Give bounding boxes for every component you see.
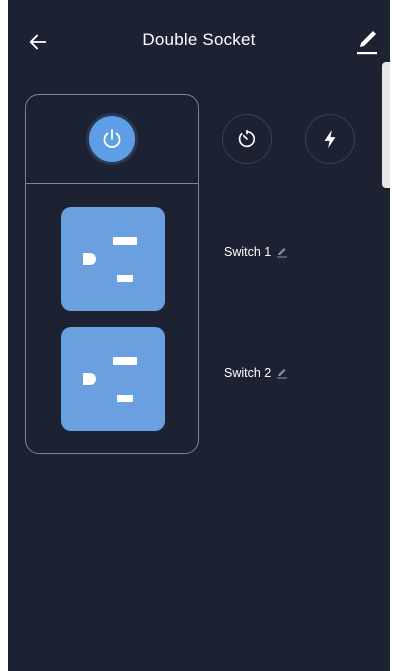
outlet-slot-top [113, 237, 137, 245]
outlet-slot-bottom [117, 275, 133, 282]
timer-button[interactable] [222, 114, 272, 164]
edit-device-button[interactable] [352, 26, 382, 58]
switch-2-name: Switch 2 [224, 366, 272, 380]
power-icon [103, 129, 121, 148]
app-screen: Double Socket Switch 1 Switch 2 [8, 0, 390, 671]
page-title: Double Socket [142, 30, 256, 49]
outlet-slot-top [113, 357, 137, 365]
switch-1-name: Switch 1 [224, 245, 272, 259]
lightning-icon [324, 129, 336, 149]
switch-2-label[interactable]: Switch 2 [224, 366, 288, 380]
pencil-icon [357, 31, 377, 55]
switch-1-label[interactable]: Switch 1 [224, 245, 288, 259]
socket-panel [25, 94, 199, 454]
power-stats-button[interactable] [305, 114, 355, 164]
small-pencil-icon[interactable] [276, 246, 288, 258]
outlet-2-button[interactable] [61, 327, 165, 431]
outlet-slot-ground [83, 253, 96, 265]
panel-divider [26, 183, 198, 184]
scroll-handle[interactable] [382, 62, 390, 188]
header: Double Socket [8, 0, 390, 84]
outlet-slot-bottom [117, 395, 133, 402]
timer-icon [238, 129, 256, 148]
master-power-button[interactable] [89, 116, 135, 162]
outlet-slot-ground [83, 373, 96, 385]
outlet-1-button[interactable] [61, 207, 165, 311]
small-pencil-icon[interactable] [276, 367, 288, 379]
